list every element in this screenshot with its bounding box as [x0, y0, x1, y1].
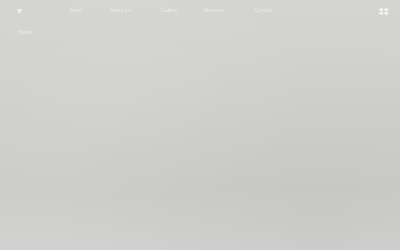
top-navigation-bar: Store About Us Gallery Museum Contact: [0, 0, 400, 22]
background-shading: [0, 0, 400, 250]
nav-link-store[interactable]: Store: [69, 7, 81, 15]
nav-link-contact[interactable]: Contact: [254, 7, 272, 15]
nav-link-about-us[interactable]: About Us: [110, 7, 131, 15]
page: Store About Us Gallery Museum Contact Ho…: [0, 0, 400, 250]
nav-link-museum[interactable]: Museum: [204, 7, 224, 15]
nav-link-gallery[interactable]: Gallery: [161, 7, 178, 15]
menu-grid-icon[interactable]: [379, 8, 389, 15]
triangle-logo-icon[interactable]: [16, 8, 23, 15]
section-label: Home: [18, 30, 32, 36]
